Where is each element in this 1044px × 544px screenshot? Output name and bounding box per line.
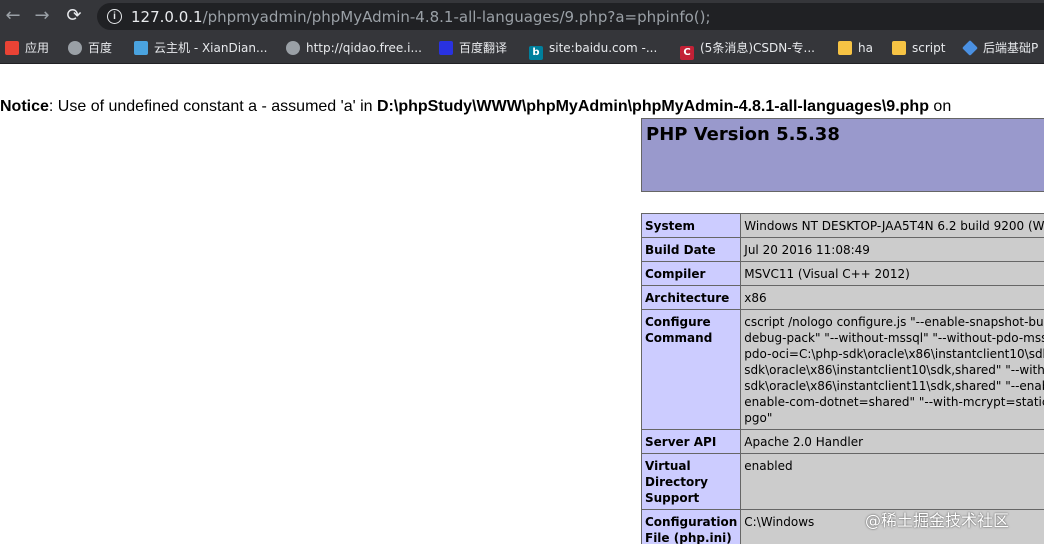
bookmark-label: (5条消息)CSDN-专... (700, 41, 815, 55)
forward-arrow-icon[interactable]: → (31, 5, 53, 27)
bookmark-label: 后端基础P (983, 41, 1039, 55)
watermark: @稀土掘金技术社区 (865, 511, 1010, 530)
reload-icon[interactable]: ⟳ (63, 5, 85, 27)
bookmark-qidao[interactable]: http://qidao.free.i... (286, 40, 422, 56)
bookmark-apps[interactable]: 应用 (5, 40, 49, 56)
row-key: System (640, 213, 742, 238)
folder-icon (892, 41, 906, 55)
row-value-line: enabled (744, 459, 793, 473)
row-value-line: Jul 20 2016 11:08:49 (744, 243, 870, 257)
row-value-line: x86 (744, 291, 767, 305)
table-row: Build Date Jul 20 2016 11:08:49 (640, 237, 1044, 262)
folder-icon (838, 41, 852, 55)
row-key: Architecture (640, 285, 742, 310)
row-value-line: Windows NT DESKTOP-JAA5T4N 6.2 build 920… (744, 219, 1044, 233)
row-value: Windows NT DESKTOP-JAA5T4N 6.2 build 920… (740, 213, 1044, 238)
notice-tail: on (928, 98, 952, 115)
diamond-icon (962, 40, 978, 56)
row-key: Compiler (640, 261, 742, 286)
row-value-line: debug-pack" "--without-mssql" "--without… (744, 331, 1044, 345)
row-value-line: MSVC11 (Visual C++ 2012) (744, 267, 910, 281)
bookmark-folder-script[interactable]: script (892, 40, 945, 56)
globe-icon (286, 41, 300, 55)
notice-text: : Use of undefined constant a - assumed … (48, 98, 377, 115)
table-row: System Windows NT DESKTOP-JAA5T4N 6.2 bui… (640, 213, 1044, 238)
row-value: Jul 20 2016 11:08:49 (740, 237, 1044, 262)
address-bar[interactable]: i 127.0.0.1/phpmyadmin/phpMyAdmin-4.8.1-… (97, 3, 1044, 30)
back-arrow-icon[interactable]: ← (2, 5, 24, 27)
row-value-line: Apache 2.0 Handler (744, 435, 864, 449)
bookmark-label: 百度 (88, 41, 113, 55)
bookmarks-bar: 应用 百度 云主机 - XianDian... http://qidao.fre… (0, 33, 1044, 64)
row-key: Configure Command (640, 309, 742, 430)
globe-icon (68, 41, 82, 55)
table-row: Compiler MSVC11 (Visual C++ 2012) (640, 261, 1044, 286)
bookmark-folder-ha[interactable]: ha (838, 40, 873, 56)
apps-grid-icon (5, 41, 19, 55)
row-key: Configuration File (php.ini) Path (640, 509, 742, 544)
table-row: Virtual Directory Support enabled (640, 453, 1044, 510)
notice-path: D:\phpStudy\WWW\phpMyAdmin\phpMyAdmin-4.… (376, 98, 929, 115)
row-value-line: pgo" (744, 411, 773, 425)
row-value: MSVC11 (Visual C++ 2012) (740, 261, 1044, 286)
bookmark-label: ha (858, 41, 873, 55)
url-path: /phpmyadmin/phpMyAdmin-4.8.1-all-languag… (202, 8, 711, 26)
bookmark-label: script (912, 41, 946, 55)
url-host: 127.0.0.1 (131, 8, 203, 26)
cloud-icon (134, 41, 148, 55)
row-key: Build Date (640, 237, 742, 262)
row-value-line: sdk\oracle\x86\instantclient11\sdk,share… (744, 379, 1044, 393)
bookmark-xiandian[interactable]: 云主机 - XianDian... (134, 40, 267, 56)
row-key: Server API (640, 429, 742, 454)
row-value-line: enable-com-dotnet=shared" "--with-mcrypt… (744, 395, 1044, 409)
php-notice: Notice: Use of undefined constant a - as… (0, 98, 951, 116)
bookmark-label: 应用 (25, 41, 50, 55)
browser-toolbar: ← → ⟳ i 127.0.0.1/phpmyadmin/phpMyAdmin-… (0, 0, 1044, 33)
table-row: Server API Apache 2.0 Handler (640, 429, 1044, 454)
table-row: Configure Command cscript /nologo configu… (640, 309, 1044, 430)
row-value-line: sdk\oracle\x86\instantclient10\sdk,share… (744, 363, 1044, 377)
php-version-title: PHP Version 5.5.38 (646, 124, 840, 145)
baidu-paw-icon (439, 41, 453, 55)
bookmark-baidu-fanyi[interactable]: 百度翻译 (439, 40, 507, 56)
page-content: Notice: Use of undefined constant a - as… (0, 64, 1044, 544)
bookmark-label: site:baidu.com -... (549, 41, 658, 55)
php-version-header: PHP Version 5.5.38 (641, 118, 1044, 192)
phpinfo-table: System Windows NT DESKTOP-JAA5T4N 6.2 bui… (640, 213, 1044, 544)
bookmark-label: http://qidao.free.i... (306, 41, 422, 55)
table-row: Architecture x86 (640, 285, 1044, 310)
bookmark-baidu[interactable]: 百度 (68, 40, 112, 56)
row-value: cscript /nologo configure.js "--enable-s… (740, 309, 1044, 430)
row-value-line: pdo-oci=C:\php-sdk\oracle\x86\instantcli… (744, 347, 1044, 361)
row-key: Virtual Directory Support (640, 453, 742, 510)
row-value: Apache 2.0 Handler (740, 429, 1044, 454)
bookmark-label: 百度翻译 (459, 41, 508, 55)
row-value: x86 (740, 285, 1044, 310)
row-value-line: cscript /nologo configure.js "--enable-s… (744, 315, 1044, 329)
bing-icon: b (529, 46, 543, 60)
url-text[interactable]: 127.0.0.1/phpmyadmin/phpMyAdmin-4.8.1-al… (131, 8, 711, 26)
notice-label: Notice (0, 98, 49, 115)
site-info-icon[interactable]: i (107, 9, 122, 24)
bookmark-label: 云主机 - XianDian... (154, 41, 268, 55)
bookmark-houduan[interactable]: 后端基础P (962, 40, 1039, 56)
csdn-icon: C (680, 46, 694, 60)
row-value: enabled (740, 453, 1044, 510)
bookmark-csdn[interactable]: C (5条消息)CSDN-专... (680, 40, 815, 60)
bookmark-bing-site[interactable]: b site:baidu.com -... (529, 40, 658, 60)
